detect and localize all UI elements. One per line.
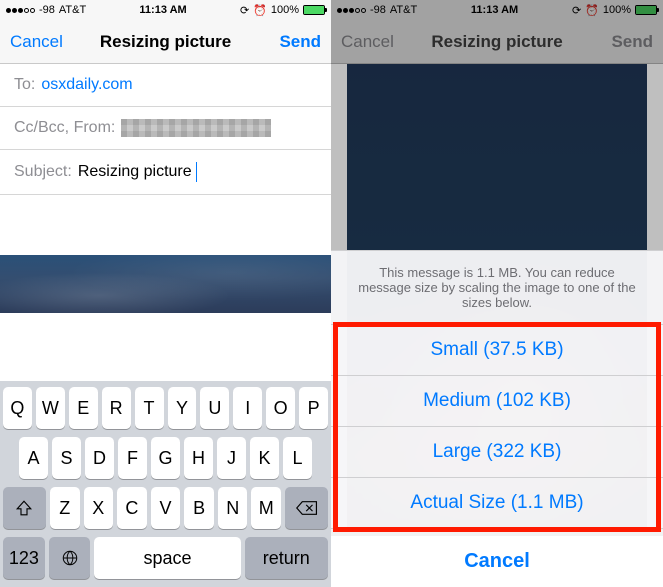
size-option-medium[interactable]: Medium (102 KB): [331, 376, 663, 427]
status-bar: -98 AT&T 11:13 AM ⟳ ⏰ 100%: [0, 0, 331, 20]
key-y[interactable]: Y: [168, 387, 197, 429]
globe-icon: [61, 549, 79, 567]
key-h[interactable]: H: [184, 437, 213, 479]
key-w[interactable]: W: [36, 387, 65, 429]
ccbcc-field-row[interactable]: Cc/Bcc, From:: [0, 107, 331, 150]
shift-key[interactable]: [3, 487, 46, 529]
key-o[interactable]: O: [266, 387, 295, 429]
key-n[interactable]: N: [218, 487, 248, 529]
status-time: 11:13 AM: [139, 4, 186, 16]
subject-value: Resizing picture: [78, 163, 192, 181]
key-z[interactable]: Z: [50, 487, 80, 529]
globe-key[interactable]: [49, 537, 91, 579]
space-key[interactable]: space: [94, 537, 240, 579]
key-t[interactable]: T: [135, 387, 164, 429]
key-u[interactable]: U: [200, 387, 229, 429]
compose-navbar: Cancel Resizing picture Send: [0, 20, 331, 64]
key-a[interactable]: A: [19, 437, 48, 479]
left-pane-compose: -98 AT&T 11:13 AM ⟳ ⏰ 100% Cancel Resizi…: [0, 0, 331, 587]
from-value-redacted: [121, 119, 271, 137]
key-j[interactable]: J: [217, 437, 246, 479]
subject-label: Subject:: [14, 163, 72, 181]
key-q[interactable]: Q: [3, 387, 32, 429]
battery-pct: 100%: [271, 4, 299, 16]
size-option-actual[interactable]: Actual Size (1.1 MB): [331, 478, 663, 529]
key-c[interactable]: C: [117, 487, 147, 529]
battery-icon: [303, 5, 325, 15]
action-sheet-message: This message is 1.1 MB. You can reduce m…: [331, 250, 663, 325]
keyboard: QWERTYUIOP ASDFGHJKL ZXCVBNM 123 space r…: [0, 381, 331, 587]
to-value: osxdaily.com: [41, 76, 132, 94]
signal-dots-icon: [6, 8, 35, 13]
key-p[interactable]: P: [299, 387, 328, 429]
alarm-icon: ⏰: [253, 4, 267, 17]
key-k[interactable]: K: [250, 437, 279, 479]
action-sheet-cancel[interactable]: Cancel: [331, 529, 663, 587]
return-key[interactable]: return: [245, 537, 328, 579]
key-x[interactable]: X: [84, 487, 114, 529]
shift-icon: [15, 499, 33, 517]
key-v[interactable]: V: [151, 487, 181, 529]
send-button[interactable]: Send: [279, 32, 321, 52]
backspace-key[interactable]: [285, 487, 328, 529]
subject-field-row[interactable]: Subject: Resizing picture: [0, 150, 331, 195]
key-b[interactable]: B: [184, 487, 214, 529]
carrier-label: AT&T: [59, 4, 86, 16]
numbers-key[interactable]: 123: [3, 537, 45, 579]
key-g[interactable]: G: [151, 437, 180, 479]
right-pane-action-sheet: -98 AT&T 11:13 AM ⟳ ⏰ 100% Cancel Resizi…: [331, 0, 663, 587]
key-m[interactable]: M: [251, 487, 281, 529]
key-e[interactable]: E: [69, 387, 98, 429]
key-r[interactable]: R: [102, 387, 131, 429]
backspace-icon: [296, 500, 318, 516]
key-d[interactable]: D: [85, 437, 114, 479]
key-l[interactable]: L: [283, 437, 312, 479]
size-option-large[interactable]: Large (322 KB): [331, 427, 663, 478]
cancel-button[interactable]: Cancel: [10, 32, 63, 52]
resize-action-sheet: This message is 1.1 MB. You can reduce m…: [331, 250, 663, 587]
key-s[interactable]: S: [52, 437, 81, 479]
attached-image-preview[interactable]: [0, 255, 331, 313]
size-option-small[interactable]: Small (37.5 KB): [331, 325, 663, 376]
to-label: To:: [14, 76, 35, 94]
text-cursor: [196, 162, 197, 182]
key-f[interactable]: F: [118, 437, 147, 479]
signal-strength: -98: [39, 4, 55, 16]
key-i[interactable]: I: [233, 387, 262, 429]
rotation-lock-icon: ⟳: [240, 4, 249, 17]
ccbcc-label: Cc/Bcc, From:: [14, 119, 115, 137]
to-field-row[interactable]: To: osxdaily.com: [0, 64, 331, 107]
